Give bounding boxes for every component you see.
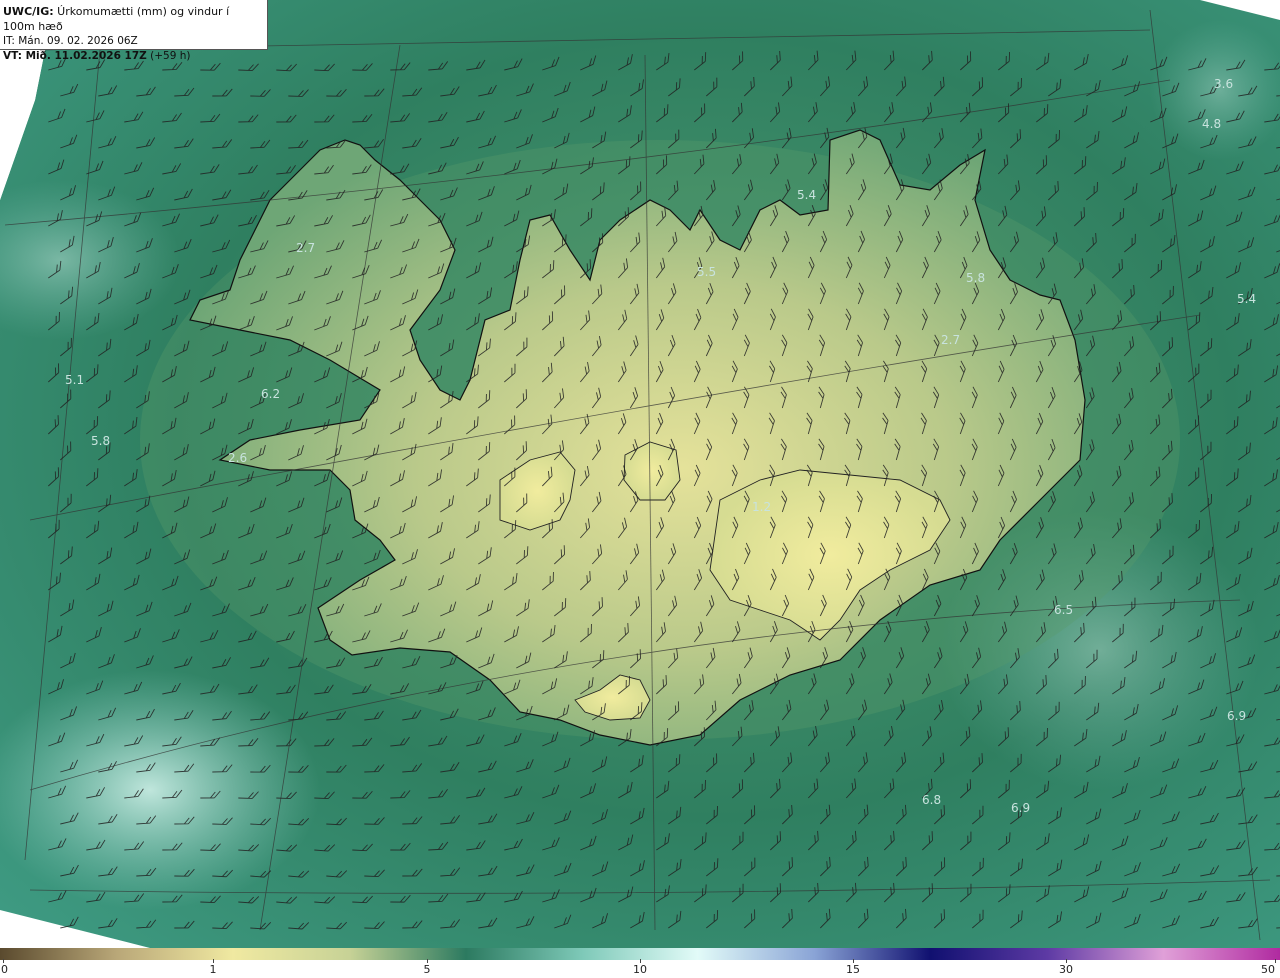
map-value-label: 6.2 <box>261 387 280 401</box>
map-value-label: 5.4 <box>1237 292 1256 306</box>
map-value-label: 6.8 <box>922 793 941 807</box>
valid-time: VT: Mið. 11.02.2026 17Z <box>3 50 147 62</box>
map-value-label: 5.5 <box>697 265 716 279</box>
colorbar-tick-label: 10 <box>633 963 647 976</box>
map-value-label: 2.6 <box>228 451 247 465</box>
colorbar-tick-label: 15 <box>846 963 860 976</box>
colorbar-tick-label: 50 <box>1261 963 1275 976</box>
map-value-label: 2.7 <box>296 241 315 255</box>
map-value-label: 5.4 <box>797 188 816 202</box>
map-header: UWC/IG: Úrkomumætti (mm) og vindur í 100… <box>0 0 268 62</box>
map-value-label: 6.9 <box>1227 709 1246 723</box>
map-value-label: 4.8 <box>1202 117 1221 131</box>
colorbar-tick-label: 30 <box>1059 963 1073 976</box>
valid-time-line: VT: Mið. 11.02.2026 17Z (+59 h) <box>3 49 264 64</box>
colorbar-tick-label: 0 <box>1 963 8 976</box>
colorbar-tick-label: 1 <box>209 963 217 976</box>
initial-time: IT: Mán. 09. 02. 2026 06Z <box>3 35 138 47</box>
map-value-label: 6.9 <box>1011 801 1030 815</box>
map-value-label: 5.1 <box>65 373 84 387</box>
forecast-hour: (+59 h) <box>146 50 191 62</box>
map-value-label: 3.6 <box>1214 77 1233 91</box>
map-value-label: 6.5 <box>1054 603 1073 617</box>
map-value-label: 2.7 <box>941 333 960 347</box>
map-value-label: 1.2 <box>752 500 771 514</box>
map-value-label: 5.8 <box>91 434 110 448</box>
map-value-label: 5.8 <box>966 271 985 285</box>
title-line: UWC/IG: Úrkomumætti (mm) og vindur í 100… <box>3 4 264 34</box>
colorbar-tick-label: 5 <box>423 963 431 976</box>
model-prefix: UWC/IG: <box>3 5 54 18</box>
colorbar: 0 1 5 10 15 30 50 <box>0 948 1280 978</box>
colorbar-tickmark <box>1275 959 1276 963</box>
precipitation-wind-map: 3.6 4.8 5.4 5.5 5.8 5.4 2.7 2.7 5.1 6.2 5.8 2.6 1.2 6… <box>0 0 1280 948</box>
